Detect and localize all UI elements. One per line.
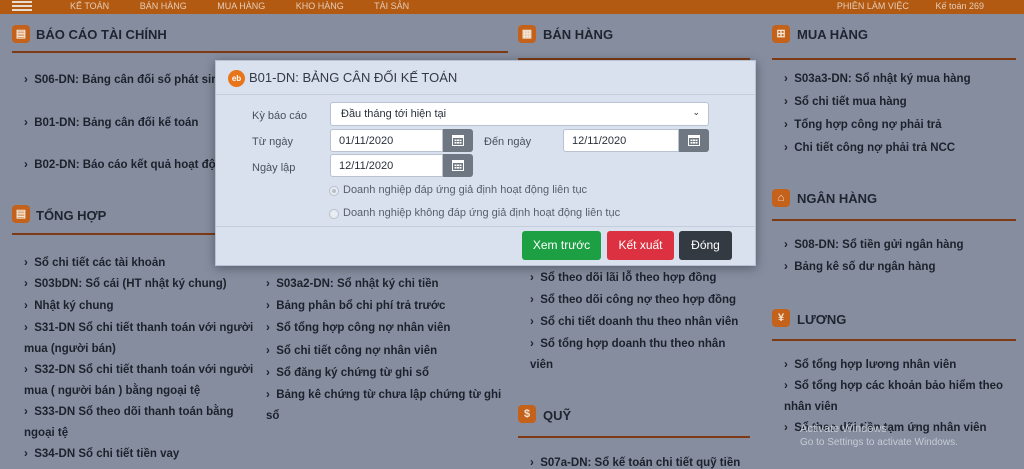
list-item[interactable]: › Bảng kê chứng từ chưa lập chứng từ ghi… xyxy=(266,385,502,427)
list-item[interactable]: › Sổ chi tiết doanh thu theo nhân viên xyxy=(530,311,738,333)
user-name[interactable]: Kế toán 269 xyxy=(935,1,984,11)
nav-item[interactable]: MUA HÀNG xyxy=(217,1,265,11)
section-title-luong: LƯƠNG xyxy=(797,312,847,327)
created-date-label: Ngày lập xyxy=(252,162,296,174)
list-item[interactable]: › Bảng kê số dư ngân hàng xyxy=(784,256,935,278)
summary-icon: ▤ xyxy=(12,205,30,223)
report-dialog: eb B01-DN: BẢNG CÂN ĐỐI KẾ TOÁN Kỳ báo c… xyxy=(215,60,756,266)
section-title-muahang: MUA HÀNG xyxy=(797,27,869,42)
list-item[interactable]: › B01-DN: Bảng cân đối kế toán xyxy=(24,112,198,134)
section-title-bctc: BÁO CÁO TÀI CHÍNH xyxy=(36,27,167,42)
section-title-banhang: BÁN HÀNG xyxy=(543,27,614,42)
preview-button[interactable]: Xem trước xyxy=(522,231,601,260)
list-item[interactable]: › Chi tiết công nợ phải trả NCC xyxy=(784,137,955,159)
report-period-label: Kỳ báo cáo xyxy=(252,110,308,122)
list-item[interactable]: › S08-DN: Sổ tiền gửi ngân hàng xyxy=(784,234,964,256)
user-area: PHIÊN LÀM VIỆC Kế toán 269 xyxy=(813,1,984,11)
list-item[interactable]: › B02-DN: Báo cáo kết quả hoạt động xyxy=(24,154,230,176)
to-date-label: Đến ngày xyxy=(484,136,532,148)
nav-item[interactable]: BÁN HÀNG xyxy=(140,1,187,11)
report-period-value: Đầu tháng tới hiện tại xyxy=(341,108,447,120)
chevron-down-icon: ⌄ xyxy=(692,107,700,117)
list-item[interactable]: › S03a2-DN: Sổ nhật ký chi tiền xyxy=(266,273,439,295)
section-divider xyxy=(772,219,1016,221)
list-item[interactable]: › S03a3-DN: Sổ nhật ký mua hàng xyxy=(784,68,971,90)
list-item[interactable]: › Tổng hợp công nợ phải trả xyxy=(784,114,942,136)
nav-item[interactable]: KẾ TOÁN xyxy=(70,1,109,11)
export-button[interactable]: Kết xuất xyxy=(607,231,674,260)
section-divider xyxy=(12,51,508,53)
list-item[interactable]: › Sổ chi tiết các tài khoản xyxy=(24,252,165,274)
list-item[interactable]: › Nhật ký chung xyxy=(24,295,113,317)
list-item[interactable]: › S31-DN Sổ chi tiết thanh toán với ngườ… xyxy=(24,318,262,360)
salary-icon: ¥ xyxy=(772,309,790,327)
calendar-icon[interactable] xyxy=(443,129,473,152)
list-item[interactable]: › Sổ chi tiết công nợ nhân viên xyxy=(266,340,437,362)
not-going-concern-label: Doanh nghiệp không đáp ứng giả định hoạt… xyxy=(343,207,621,219)
app-logo: eb xyxy=(228,70,245,87)
section-title-nganhang: NGÂN HÀNG xyxy=(797,191,878,206)
report-icon: ▤ xyxy=(12,25,30,43)
created-date-value: 12/11/2020 xyxy=(339,160,394,172)
top-navbar: KẾ TOÁN BÁN HÀNG MUA HÀNG KHO HÀNG TÀI S… xyxy=(0,0,1024,14)
list-item[interactable]: › Bảng phân bổ chi phí trả trước xyxy=(266,295,445,317)
to-date-value: 12/11/2020 xyxy=(572,135,627,147)
list-item[interactable]: › Sổ theo dõi công nợ theo hợp đồng xyxy=(530,289,736,311)
dialog-title: B01-DN: BẢNG CÂN ĐỐI KẾ TOÁN xyxy=(249,70,458,85)
section-title-tonghop: TỔNG HỢP xyxy=(36,208,107,223)
session-link[interactable]: PHIÊN LÀM VIỆC xyxy=(837,1,909,11)
list-item[interactable]: › Sổ tổng hợp lương nhân viên xyxy=(784,354,956,376)
to-date-input[interactable]: 12/11/2020 xyxy=(563,129,679,152)
calendar-icon[interactable] xyxy=(679,129,709,152)
list-item[interactable]: › S03bDN: Sổ cái (HT nhật ký chung) xyxy=(24,273,227,295)
list-item[interactable]: › S32-DN Sổ chi tiết thanh toán với ngườ… xyxy=(24,360,262,402)
list-item[interactable]: › S34-DN Sổ chi tiết tiền vay xyxy=(24,443,179,465)
list-item[interactable]: › Sổ tổng hợp doanh thu theo nhân viên xyxy=(530,334,744,376)
going-concern-radio[interactable] xyxy=(329,186,339,196)
list-item[interactable]: › Sổ tổng hợp các khoản bảo hiểm theo nh… xyxy=(784,376,1010,418)
from-date-input[interactable]: 01/11/2020 xyxy=(330,129,443,152)
section-title-quy: QUỸ xyxy=(543,408,572,423)
section-divider xyxy=(772,58,1016,60)
list-item[interactable]: › Sổ theo dõi lãi lỗ theo hợp đồng xyxy=(530,267,716,289)
sales-icon: ▦ xyxy=(518,25,536,43)
nav-item[interactable]: TÀI SẢN xyxy=(374,1,409,11)
activate-windows-hint: Go to Settings to activate Windows. xyxy=(800,437,958,448)
bank-icon: ⌂ xyxy=(772,189,790,207)
from-date-value: 01/11/2020 xyxy=(339,135,394,147)
fund-icon: $ xyxy=(518,405,536,423)
top-nav: KẾ TOÁN BÁN HÀNG MUA HÀNG KHO HÀNG TÀI S… xyxy=(70,1,437,11)
list-item[interactable]: › Sổ tổng hợp công nợ nhân viên xyxy=(266,317,450,339)
activate-windows-title: Activate Windows xyxy=(800,423,887,435)
dialog-header: eb B01-DN: BẢNG CÂN ĐỐI KẾ TOÁN xyxy=(216,61,755,95)
list-item[interactable]: › S33-DN Sổ theo dõi thanh toán bằng ngo… xyxy=(24,402,262,444)
hamburger-menu-icon[interactable] xyxy=(12,1,32,11)
section-divider xyxy=(772,339,1016,341)
list-item[interactable]: › Sổ đăng ký chứng từ ghi sổ xyxy=(266,362,429,384)
section-divider xyxy=(518,436,750,438)
going-concern-label: Doanh nghiệp đáp ứng giả định hoạt động … xyxy=(343,184,588,196)
cart-icon: ⊞ xyxy=(772,25,790,43)
dialog-footer-divider xyxy=(216,226,755,227)
calendar-icon[interactable] xyxy=(443,154,473,177)
not-going-concern-radio[interactable] xyxy=(329,209,339,219)
list-item[interactable]: › S06-DN: Bảng cân đối số phát sinh xyxy=(24,69,225,91)
created-date-input[interactable]: 12/11/2020 xyxy=(330,154,443,177)
list-item[interactable]: › Sổ chi tiết mua hàng xyxy=(784,91,907,113)
close-button[interactable]: Đóng xyxy=(679,231,732,260)
nav-item[interactable]: KHO HÀNG xyxy=(296,1,344,11)
report-period-select[interactable]: Đầu tháng tới hiện tại ⌄ xyxy=(330,102,709,126)
from-date-label: Từ ngày xyxy=(252,136,293,148)
list-item[interactable]: › S07a-DN: Sổ kế toán chi tiết quỹ tiền xyxy=(530,452,740,469)
